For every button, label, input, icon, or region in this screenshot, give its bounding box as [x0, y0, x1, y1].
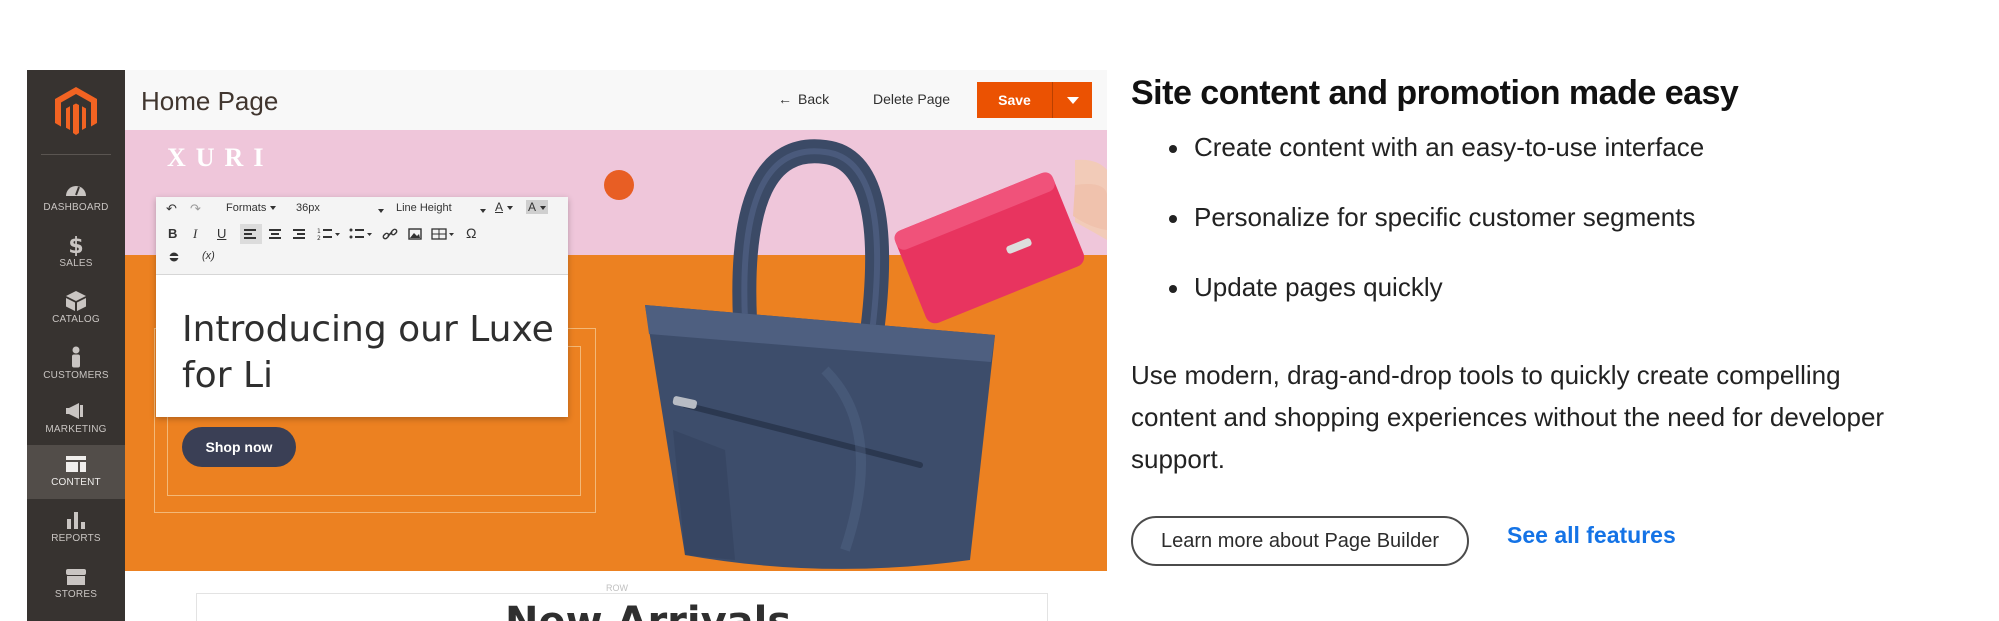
chevron-down-icon — [540, 205, 547, 210]
feature-description-text: Use modern, drag-and-drop tools to quick… — [1131, 360, 1885, 474]
delete-page-button[interactable]: Delete Page — [873, 91, 950, 107]
numbered-list-icon[interactable]: 12 — [314, 224, 342, 244]
font-size-value: 36px — [296, 202, 320, 214]
dollar-icon: $ — [68, 234, 83, 256]
table-icon[interactable] — [429, 224, 457, 244]
hero-banner[interactable]: XURI ↶ ↷ Formats 36px Line Height A A B … — [125, 130, 1107, 571]
back-button-label: Back — [798, 91, 830, 107]
sidebar-item-label: CUSTOMERS — [43, 370, 109, 381]
line-height-label: Line Height — [396, 202, 452, 214]
magento-logo-icon[interactable] — [54, 86, 98, 136]
shop-now-button[interactable]: Shop now — [182, 427, 296, 467]
bullet-text: Personalize for specific customer segmen… — [1194, 202, 1696, 232]
sidebar-item-label: REPORTS — [51, 533, 101, 544]
text-color-icon: A — [495, 200, 504, 214]
svg-text:2: 2 — [317, 235, 321, 242]
editor-toolbar: ↶ ↷ Formats 36px Line Height A A B I U 1… — [156, 197, 568, 275]
see-all-features-link[interactable]: See all features — [1507, 522, 1676, 549]
undo-icon[interactable]: ↶ — [166, 201, 177, 217]
font-size-select[interactable]: 36px — [296, 202, 384, 222]
bullet-text: Update pages quickly — [1194, 272, 1443, 302]
feature-heading: Site content and promotion made easy — [1131, 74, 1739, 112]
bullet-text: Create content with an easy-to-use inter… — [1194, 132, 1705, 162]
formats-select[interactable]: Formats — [226, 202, 277, 222]
underline-button[interactable]: U — [217, 226, 226, 241]
list-item: Update pages quickly — [1131, 272, 1704, 342]
background-color-button[interactable]: A — [526, 200, 549, 214]
bold-button[interactable]: B — [168, 226, 177, 241]
sidebar-item-catalog[interactable]: CATALOG — [27, 282, 125, 336]
sidebar-item-sales[interactable]: $ SALES — [27, 226, 125, 280]
align-right-icon[interactable] — [289, 224, 311, 244]
person-icon — [72, 346, 80, 368]
list-item: Personalize for specific customer segmen… — [1131, 202, 1704, 272]
bullet-icon — [1169, 145, 1177, 153]
svg-text:$: $ — [68, 234, 83, 256]
save-options-button[interactable] — [1052, 82, 1092, 118]
dashboard-icon — [66, 186, 86, 196]
page-builder-row: ROW New Arrivals — [125, 571, 1107, 621]
arrow-left-icon: ← — [778, 91, 792, 107]
italic-button[interactable]: I — [193, 226, 197, 242]
back-button[interactable]: ← Back — [778, 91, 829, 107]
chevron-down-icon — [378, 209, 384, 213]
page-builder-screenshot: DASHBOARD $ SALES CATALOG CUSTOMERS MARK… — [27, 70, 1107, 621]
chevron-down-icon — [507, 205, 514, 210]
page-header: Home Page ← Back Delete Page Save — [125, 70, 1107, 130]
widget-icon[interactable] — [166, 249, 182, 265]
sidebar-item-label: CONTENT — [51, 477, 101, 488]
save-button[interactable]: Save — [977, 82, 1052, 118]
wysiwyg-editor[interactable]: ↶ ↷ Formats 36px Line Height A A B I U 1… — [156, 197, 568, 417]
formats-label: Formats — [226, 202, 267, 214]
redo-icon[interactable]: ↷ — [190, 201, 201, 217]
align-center-icon[interactable] — [265, 224, 287, 244]
new-arrivals-heading: New Arrivals — [505, 599, 791, 621]
sidebar-item-label: DASHBOARD — [43, 202, 109, 213]
sidebar-divider — [41, 154, 111, 155]
sidebar-item-label: SALES — [59, 258, 93, 269]
bullet-icon — [1169, 215, 1177, 223]
sidebar-item-marketing[interactable]: MARKETING — [27, 392, 125, 446]
link-icon[interactable] — [380, 224, 400, 244]
sidebar-item-customers[interactable]: CUSTOMERS — [27, 338, 125, 392]
sidebar-item-stores[interactable]: STORES — [27, 557, 125, 611]
sidebar-item-dashboard[interactable]: DASHBOARD — [27, 170, 125, 224]
image-icon[interactable] — [405, 224, 425, 244]
list-item: Create content with an easy-to-use inter… — [1131, 132, 1704, 202]
sidebar-item-reports[interactable]: REPORTS — [27, 501, 125, 555]
feature-bullet-list: Create content with an easy-to-use inter… — [1131, 132, 1704, 342]
sidebar-item-content[interactable]: CONTENT — [27, 445, 125, 499]
row-label: ROW — [603, 583, 631, 593]
cube-icon — [66, 291, 86, 311]
chevron-down-icon — [1067, 97, 1079, 104]
line-height-select[interactable]: Line Height — [396, 202, 486, 222]
svg-text:1: 1 — [317, 228, 321, 235]
align-left-icon[interactable] — [240, 224, 262, 244]
special-character-button[interactable]: Ω — [466, 225, 476, 241]
chevron-down-icon — [270, 206, 277, 211]
bullet-list-icon[interactable] — [346, 224, 374, 244]
insert-variable-button[interactable]: (x) — [202, 250, 215, 262]
admin-sidebar: DASHBOARD $ SALES CATALOG CUSTOMERS MARK… — [27, 70, 125, 621]
megaphone-icon — [66, 403, 83, 419]
page-title: Home Page — [141, 86, 279, 116]
bar-chart-icon — [67, 512, 85, 529]
bullet-icon — [1169, 285, 1177, 293]
sidebar-item-label: MARKETING — [45, 424, 107, 435]
learn-more-button[interactable]: Learn more about Page Builder — [1131, 516, 1469, 566]
sidebar-item-label: CATALOG — [52, 314, 100, 325]
chevron-down-icon — [480, 209, 486, 213]
layout-icon — [66, 456, 86, 472]
storefront-icon — [66, 569, 86, 585]
background-color-icon: A — [528, 200, 537, 214]
editor-content[interactable]: Introducing our Luxe for Li — [182, 307, 562, 399]
sidebar-item-label: STORES — [54, 589, 98, 600]
text-color-button[interactable]: A — [495, 200, 514, 214]
